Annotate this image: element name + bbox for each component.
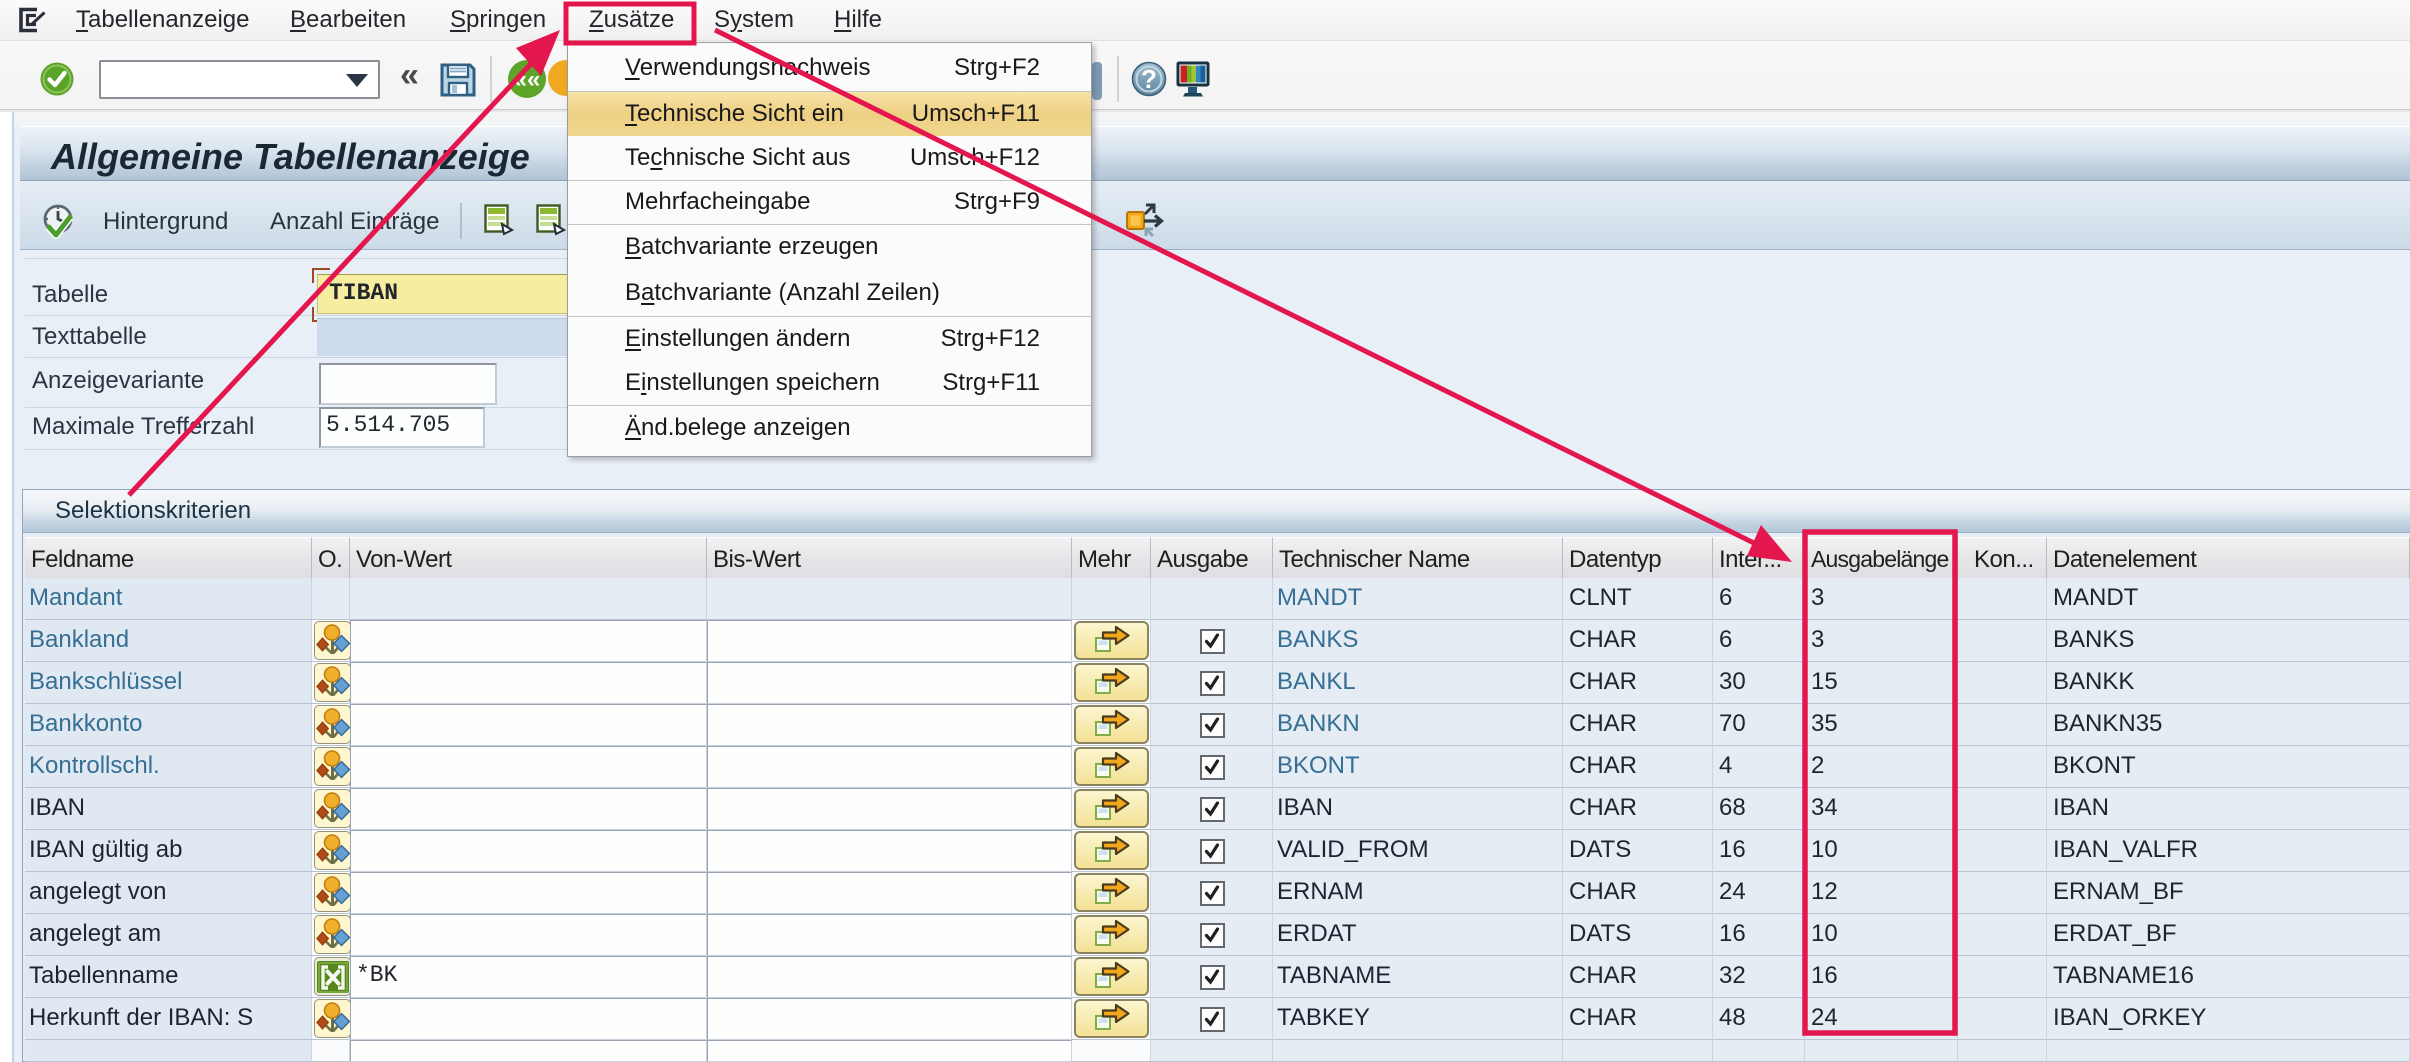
svg-text:««: «« — [514, 66, 541, 93]
svg-text:?: ? — [1141, 64, 1157, 94]
